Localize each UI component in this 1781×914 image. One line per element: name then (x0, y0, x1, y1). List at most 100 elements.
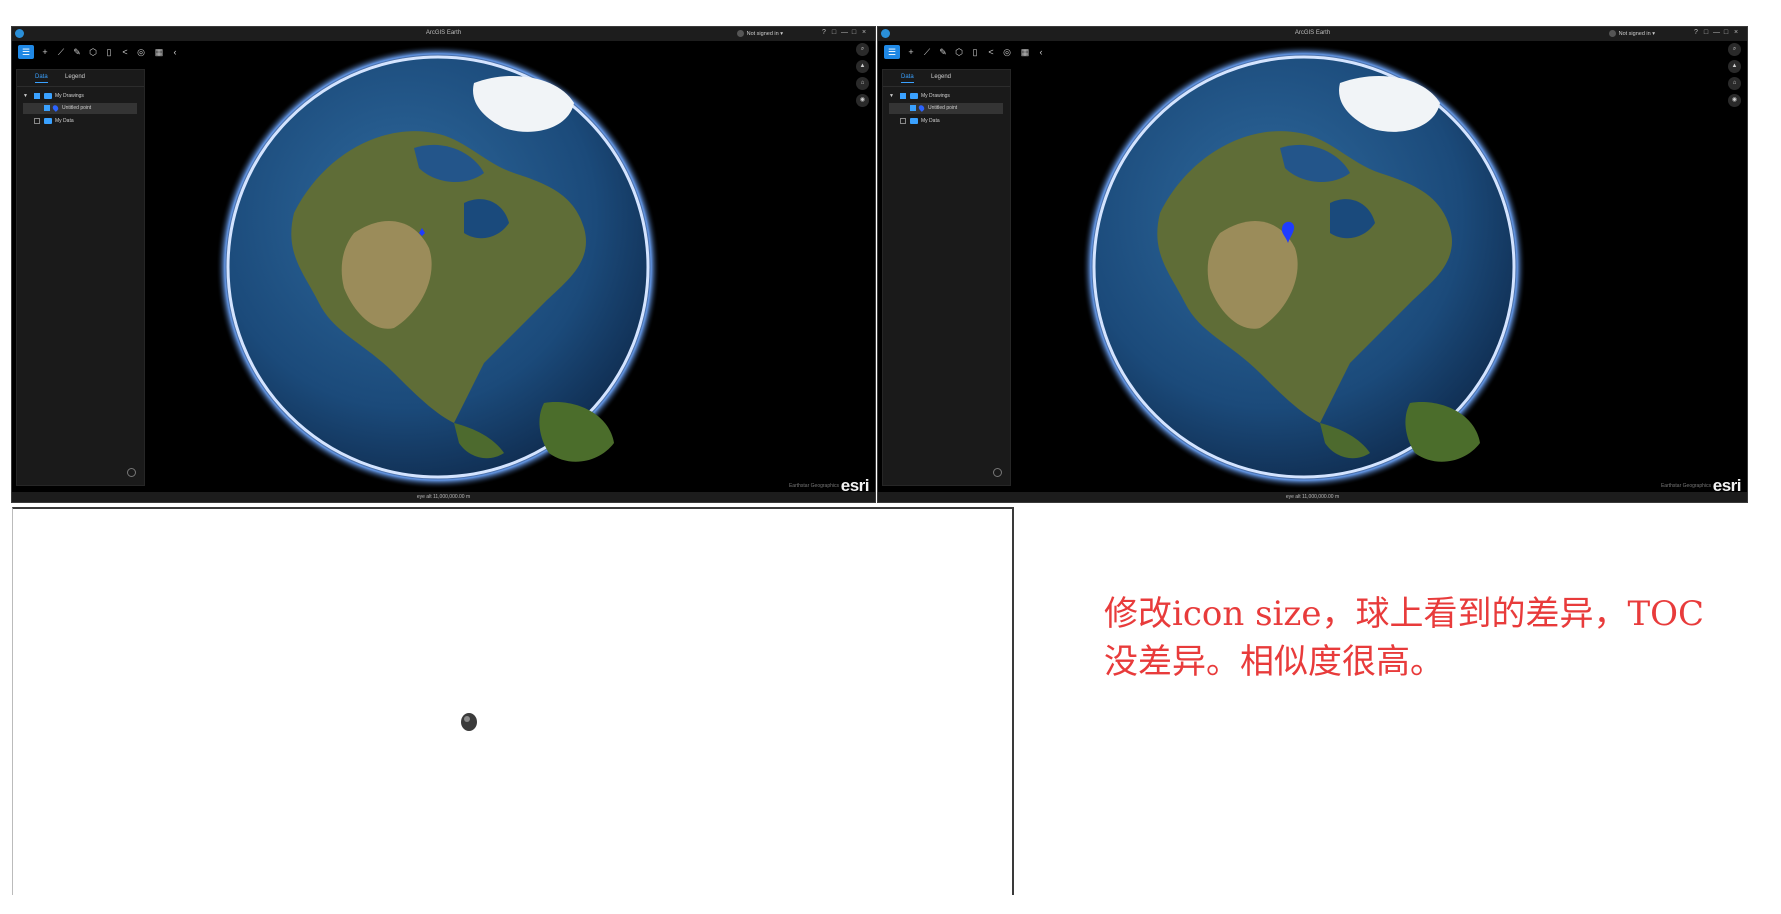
globe-canvas[interactable] (214, 43, 662, 491)
toc-item-my-data[interactable]: My Data (17, 116, 144, 127)
globe-view[interactable] (1080, 43, 1528, 491)
main-toolbar: ☰ + ⟋ ✎ ⬡ ▯ < ◎ ▦ ‹ (12, 41, 212, 63)
minimize-button[interactable]: — (1713, 29, 1723, 36)
menu-button[interactable]: ☰ (884, 45, 900, 59)
map-attribution: Earthstar Geographics (1660, 483, 1711, 489)
folder-icon (910, 93, 918, 99)
help-button[interactable]: ? (1693, 29, 1703, 36)
collapse-toolbar-button[interactable]: ‹ (1034, 45, 1048, 59)
toc-item-my-data[interactable]: My Data (883, 116, 1010, 127)
layer-checkbox[interactable] (34, 118, 40, 124)
image-diff-panel (12, 507, 1014, 895)
settings-button[interactable]: ◎ (1000, 45, 1014, 59)
compass-icon[interactable]: ▲ (1728, 60, 1741, 73)
toc-panel: Data Legend ▼ My Drawings Untitled point… (882, 69, 1011, 486)
layer-checkbox[interactable] (900, 93, 906, 99)
diff-blob-marker (461, 713, 477, 731)
toc-item-my-drawings[interactable]: ▼ My Drawings (17, 91, 144, 102)
draw-line-button[interactable]: ⟋ (54, 45, 68, 59)
add-data-button[interactable]: + (38, 45, 52, 59)
signin-button[interactable]: Not signed in ▾ (1608, 30, 1655, 37)
main-toolbar: ☰ + ⟋ ✎ ⬡ ▯ < ◎ ▦ ‹ (878, 41, 1078, 63)
title-bar: ArcGIS Earth Not signed in ▾ ? □—□ × (878, 27, 1747, 41)
signin-button[interactable]: Not signed in ▾ (736, 30, 783, 37)
share-button[interactable]: < (118, 45, 132, 59)
diff-canvas (461, 713, 477, 731)
folder-icon (910, 118, 918, 124)
minimize-button[interactable]: — (841, 29, 851, 36)
tab-legend[interactable]: Legend (65, 74, 85, 80)
bookmark-button[interactable]: ▯ (968, 45, 982, 59)
toc-item-my-drawings[interactable]: ▼ My Drawings (883, 91, 1010, 102)
maximize-button[interactable]: □ (1723, 29, 1733, 36)
bookmark-button[interactable]: ▯ (102, 45, 116, 59)
measure-button[interactable]: ⬡ (952, 45, 966, 59)
share-button[interactable]: < (984, 45, 998, 59)
basemap-button[interactable]: ▦ (1018, 45, 1032, 59)
draw-button[interactable]: ✎ (70, 45, 84, 59)
expand-caret-icon[interactable]: ▼ (23, 93, 28, 99)
settings-button[interactable]: ◎ (134, 45, 148, 59)
basemap-button[interactable]: ▦ (152, 45, 166, 59)
tab-data[interactable]: Data (35, 74, 48, 83)
toc-item-untitled-point[interactable]: Untitled point (23, 103, 137, 114)
toc-item-label: My Data (921, 118, 940, 124)
camera-icon[interactable]: ◉ (1728, 94, 1741, 107)
close-button[interactable]: × (1733, 29, 1743, 36)
draw-line-button[interactable]: ⟋ (920, 45, 934, 59)
arcgis-earth-window-left: ArcGIS Earth Not signed in ▾ ? □—□ × ☰ + ⟋… (11, 26, 876, 503)
tab-legend[interactable]: Legend (931, 74, 951, 80)
restore-button[interactable]: □ (1703, 29, 1713, 36)
toc-item-label: Untitled point (928, 105, 958, 111)
camera-icon[interactable]: ◉ (856, 94, 869, 107)
point-marker-icon (51, 104, 60, 112)
compass-icon[interactable]: ▲ (856, 60, 869, 73)
tab-data[interactable]: Data (901, 74, 914, 83)
search-nav-button[interactable]: ⌕ (856, 43, 869, 56)
search-icon[interactable] (993, 468, 1002, 477)
restore-button[interactable]: □ (831, 29, 841, 36)
toc-tabs: Data Legend (883, 70, 1010, 87)
folder-icon (44, 93, 52, 99)
add-data-button[interactable]: + (904, 45, 918, 59)
globe-canvas[interactable] (1080, 43, 1528, 491)
search-nav-button[interactable]: ⌕ (1728, 43, 1741, 56)
arcgis-earth-window-right: ArcGIS Earth Not signed in ▾ ? □—□ × ☰ + ⟋… (877, 26, 1748, 503)
search-icon[interactable] (127, 468, 136, 477)
close-button[interactable]: × (861, 29, 871, 36)
maximize-button[interactable]: □ (851, 29, 861, 36)
folder-icon (44, 118, 52, 124)
toc-item-label: Untitled point (62, 105, 92, 111)
point-marker-icon (917, 104, 926, 112)
collapse-toolbar-button[interactable]: ‹ (168, 45, 182, 59)
layer-checkbox[interactable] (900, 118, 906, 124)
user-avatar-icon (736, 30, 744, 37)
status-bar: eye alt 11,000,000.00 m (878, 492, 1747, 502)
toc-item-label: My Drawings (55, 93, 84, 99)
note-line-2: 没差异。相似度很高。 (1104, 642, 1444, 682)
title-bar: ArcGIS Earth Not signed in ▾ ? □—□ × (12, 27, 875, 41)
window-controls: ? □—□ × (1693, 29, 1743, 36)
annotation-note: 修改icon size，球上看到的差异，TOC 没差异。相似度很高。 (1104, 590, 1764, 686)
home-icon[interactable]: ⌂ (1728, 77, 1741, 90)
toc-item-label: My Data (55, 118, 74, 124)
toc-item-label: My Drawings (921, 93, 950, 99)
diff-blob-highlight (464, 716, 470, 722)
toc-item-untitled-point[interactable]: Untitled point (889, 103, 1003, 114)
toc-tabs: Data Legend (17, 70, 144, 87)
menu-button[interactable]: ☰ (18, 45, 34, 59)
home-icon[interactable]: ⌂ (856, 77, 869, 90)
measure-button[interactable]: ⬡ (86, 45, 100, 59)
draw-button[interactable]: ✎ (936, 45, 950, 59)
layer-checkbox[interactable] (34, 93, 40, 99)
globe-view[interactable] (214, 43, 662, 491)
layer-checkbox[interactable] (910, 105, 916, 111)
expand-caret-icon[interactable]: ▼ (889, 93, 894, 99)
note-line-1: 修改icon size，球上看到的差异，TOC (1104, 594, 1705, 634)
user-avatar-icon (1608, 30, 1616, 37)
window-controls: ? □—□ × (821, 29, 871, 36)
layer-checkbox[interactable] (44, 105, 50, 111)
help-button[interactable]: ? (821, 29, 831, 36)
map-attribution: Earthstar Geographics (788, 483, 839, 489)
status-bar: eye alt 11,000,000.00 m (12, 492, 875, 502)
